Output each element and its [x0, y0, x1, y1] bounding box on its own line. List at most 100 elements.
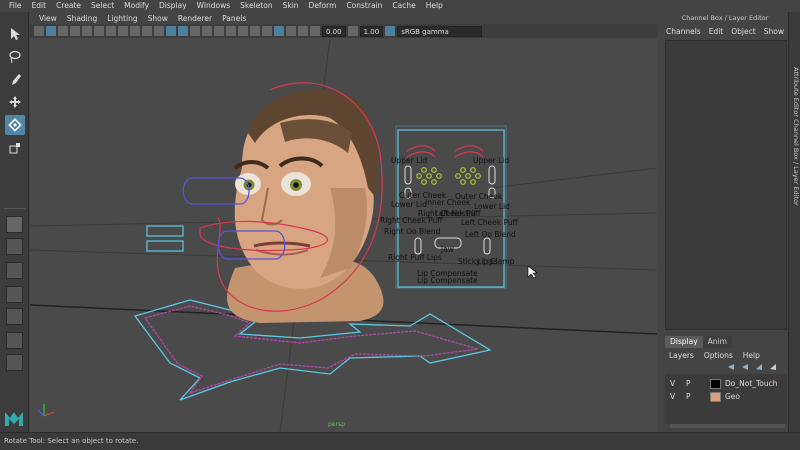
layer-row[interactable]: V P Geo [665, 391, 787, 403]
svg-text:Right Oo Blend: Right Oo Blend [384, 227, 441, 236]
side-tab-strip[interactable]: Attribute Editor Channel Box / Layer Edi… [788, 12, 800, 432]
new-layer-selected-icon[interactable] [769, 363, 777, 371]
motion-blur-icon[interactable] [250, 26, 260, 36]
list-layout-icon[interactable] [6, 354, 23, 371]
ambient-occlusion-icon[interactable] [238, 26, 248, 36]
lights-icon[interactable] [214, 26, 224, 36]
grid-toggle-icon[interactable] [94, 26, 104, 36]
hypershade-layout-icon[interactable] [6, 332, 23, 349]
cb-menu-edit[interactable]: Edit [709, 27, 724, 36]
color-management-icon[interactable] [385, 26, 396, 36]
film-gate-icon[interactable] [106, 26, 116, 36]
camera-attributes-icon[interactable] [58, 26, 68, 36]
layer-row[interactable]: V P Do_Not_Touch [665, 378, 787, 390]
character-head-model[interactable] [227, 89, 384, 323]
isolate-select-icon[interactable] [274, 26, 284, 36]
cb-menu-channels[interactable]: Channels [666, 27, 701, 36]
gamma-field[interactable]: 1.00 [359, 25, 384, 37]
select-tool-icon[interactable] [5, 24, 25, 44]
layer-name[interactable]: Geo [725, 392, 740, 401]
menu-edit[interactable]: Edit [27, 0, 52, 12]
layer-editor-tabs: Display Anim [665, 336, 787, 348]
menu-constrain[interactable]: Constrain [341, 0, 387, 12]
textured-icon[interactable] [202, 26, 212, 36]
safe-action-icon[interactable] [154, 26, 164, 36]
svg-text:Lip Clamp: Lip Clamp [477, 257, 515, 266]
vp-menu-shading[interactable]: Shading [62, 14, 102, 23]
le-menu-layers[interactable]: Layers [669, 351, 694, 360]
antialiasing-icon[interactable] [262, 26, 272, 36]
move-layer-down-icon[interactable] [741, 363, 749, 371]
svg-text:Upper Lid: Upper Lid [473, 156, 509, 165]
camera-lock-icon[interactable] [46, 26, 56, 36]
paint-select-tool-icon[interactable] [5, 70, 25, 90]
menu-display[interactable]: Display [154, 0, 192, 12]
layer-playback-toggle[interactable]: P [686, 379, 691, 388]
layer-name[interactable]: Do_Not_Touch [725, 379, 778, 388]
resolution-gate-icon[interactable] [118, 26, 128, 36]
scale-tool-icon[interactable] [5, 138, 25, 158]
axis-gizmo [37, 404, 55, 417]
menu-cache[interactable]: Cache [387, 0, 420, 12]
menu-file[interactable]: File [4, 0, 27, 12]
outliner-layout-icon[interactable] [6, 286, 23, 303]
le-menu-help[interactable]: Help [743, 351, 760, 360]
lasso-tool-icon[interactable] [5, 47, 25, 67]
menu-create[interactable]: Create [51, 0, 86, 12]
channel-box-title: Channel Box / Layer Editor [662, 12, 788, 24]
perspective-viewport[interactable]: Upper Lid Upper Lid Lower Lid Lower Lid … [30, 38, 657, 432]
menu-skin[interactable]: Skin [278, 0, 304, 12]
channel-box-area[interactable] [665, 40, 787, 330]
cb-menu-show[interactable]: Show [764, 27, 784, 36]
color-space-dropdown[interactable]: sRGB gamma [397, 25, 483, 37]
tab-anim[interactable]: Anim [702, 336, 732, 348]
four-pane-layout-icon[interactable] [6, 238, 23, 255]
side-by-side-layout-icon[interactable] [6, 262, 23, 279]
vp-menu-renderer[interactable]: Renderer [173, 14, 217, 23]
new-layer-icon[interactable] [755, 363, 763, 371]
xray-icon[interactable] [286, 26, 296, 36]
vp-menu-view[interactable]: View [34, 14, 62, 23]
menu-select[interactable]: Select [86, 0, 119, 12]
layer-color-swatch[interactable] [710, 379, 721, 389]
side-control-top[interactable] [146, 225, 184, 237]
smooth-shade-icon[interactable] [178, 26, 188, 36]
wireframe-on-shaded-icon[interactable] [190, 26, 200, 36]
move-tool-icon[interactable] [5, 92, 25, 112]
exposure-icon[interactable] [310, 26, 320, 36]
menu-skeleton[interactable]: Skeleton [235, 0, 277, 12]
side-tab-label[interactable]: Attribute Editor Channel Box / Layer Edi… [792, 67, 800, 206]
le-menu-options[interactable]: Options [704, 351, 733, 360]
camera-select-icon[interactable] [34, 26, 44, 36]
move-layer-up-icon[interactable] [727, 363, 735, 371]
shadows-icon[interactable] [226, 26, 236, 36]
vp-menu-show[interactable]: Show [143, 14, 173, 23]
wireframe-icon[interactable] [166, 26, 176, 36]
menu-windows[interactable]: Windows [192, 0, 235, 12]
xray-joints-icon[interactable] [298, 26, 308, 36]
layer-visibility-toggle[interactable]: V [670, 392, 675, 401]
graph-layout-icon[interactable] [6, 308, 23, 325]
layer-visibility-toggle[interactable]: V [670, 379, 675, 388]
layer-color-swatch[interactable] [710, 392, 721, 402]
vp-menu-panels[interactable]: Panels [217, 14, 251, 23]
exposure-field[interactable]: 0.00 [322, 25, 346, 37]
gamma-icon[interactable] [347, 26, 358, 36]
menu-modify[interactable]: Modify [119, 0, 154, 12]
layer-scrollbar[interactable] [670, 424, 785, 428]
help-line-text: Rotate Tool: Select an object to rotate. [4, 437, 139, 445]
cb-menu-object[interactable]: Object [731, 27, 755, 36]
single-pane-layout-icon[interactable] [6, 216, 23, 233]
menu-deform[interactable]: Deform [304, 0, 342, 12]
layer-list: V P Do_Not_Touch V P Geo [665, 374, 787, 424]
vp-menu-lighting[interactable]: Lighting [102, 14, 142, 23]
tab-display[interactable]: Display [665, 336, 703, 348]
layer-playback-toggle[interactable]: P [686, 392, 691, 401]
rotate-tool-icon[interactable] [5, 115, 25, 135]
menu-help[interactable]: Help [421, 0, 448, 12]
gate-mask-icon[interactable] [130, 26, 140, 36]
field-chart-icon[interactable] [142, 26, 152, 36]
image-plane-icon[interactable] [82, 26, 92, 36]
bookmark-icon[interactable] [70, 26, 80, 36]
side-control-bottom[interactable] [146, 240, 184, 252]
